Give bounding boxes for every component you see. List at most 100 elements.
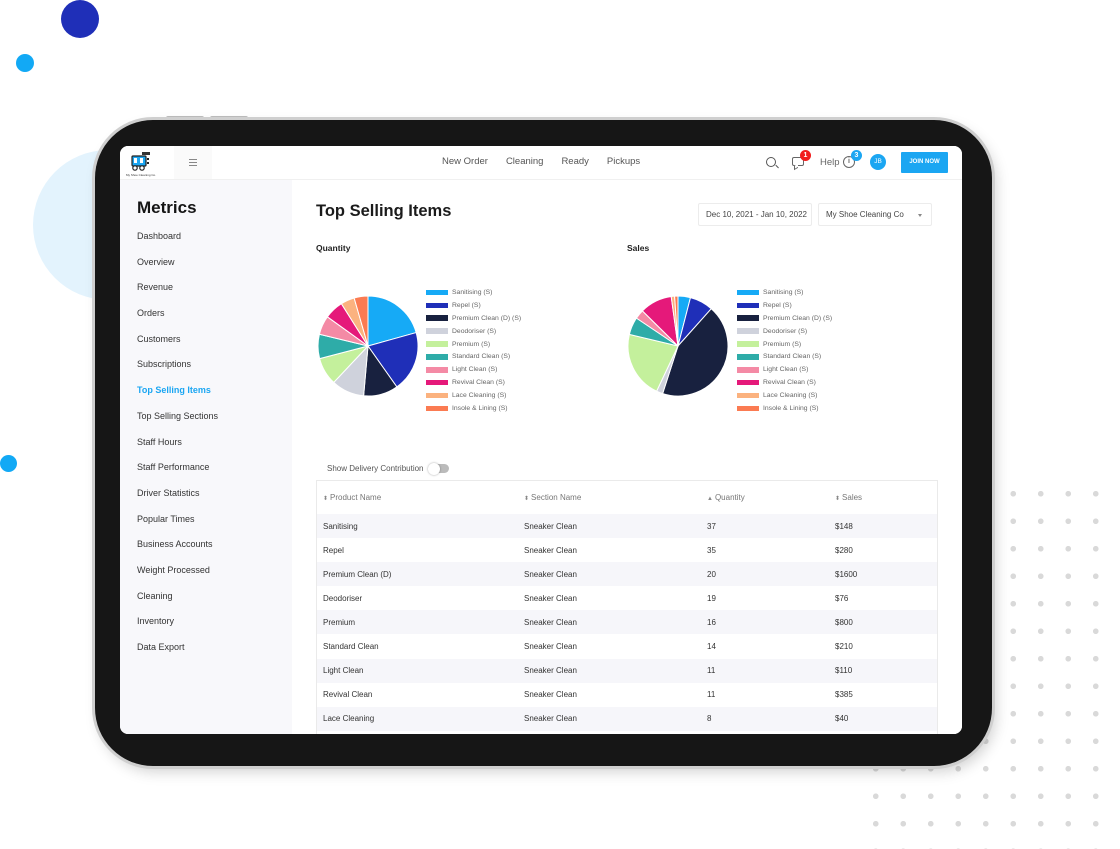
legend-item[interactable]: Premium Clean (D) (S) (737, 312, 832, 325)
legend-item[interactable]: Revival Clean (S) (737, 376, 832, 389)
table-row[interactable]: Standard Clean Sneaker Clean 14 $210 (317, 634, 937, 658)
legend-item[interactable]: Insole & Lining (S) (737, 402, 832, 415)
nav-pickups[interactable]: Pickups (607, 156, 640, 167)
legend-label: Revival Clean (S) (452, 379, 505, 387)
sales-cell: $148 (835, 521, 853, 531)
product-name-cell: Repel (323, 545, 344, 555)
sidebar-item-customers[interactable]: Customers (137, 334, 218, 360)
menu-toggle-button[interactable] (174, 146, 212, 179)
legend-item[interactable]: Light Clean (S) (737, 363, 832, 376)
legend-item[interactable]: Premium (S) (737, 338, 832, 351)
sidebar-item-data-export[interactable]: Data Export (137, 642, 218, 668)
sort-ascending-icon: ▲ (707, 496, 713, 502)
user-avatar[interactable]: JB (870, 154, 886, 170)
column-header-product-name[interactable]: ⬍ Product Name (317, 481, 524, 514)
legend-item[interactable]: Lace Cleaning (S) (737, 389, 832, 402)
legend-label: Sanitising (S) (452, 288, 493, 296)
company-select[interactable]: My Shoe Cleaning Co (818, 203, 932, 226)
sales-cell: $110 (835, 666, 853, 676)
legend-item[interactable]: Repel (S) (737, 299, 832, 312)
legend-label: Insole & Lining (S) (452, 404, 508, 412)
legend-label: Light Clean (S) (452, 366, 498, 374)
sidebar-item-top-selling-items[interactable]: Top Selling Items (137, 385, 218, 411)
sidebar-item-dashboard[interactable]: Dashboard (137, 231, 218, 257)
legend-item[interactable]: Revival Clean (S) (426, 376, 521, 389)
table-row[interactable]: Sanitising Sneaker Clean 37 $148 (317, 514, 937, 539)
sidebar-item-cleaning[interactable]: Cleaning (137, 591, 218, 617)
table-row[interactable]: Premium Sneaker Clean 16 $800 (317, 610, 937, 635)
sales-cell: $1600 (835, 569, 858, 579)
table-row[interactable]: Light Clean Sneaker Clean 11 $110 (317, 658, 937, 683)
sidebar-item-subscriptions[interactable]: Subscriptions (137, 359, 218, 385)
sidebar-item-inventory[interactable]: Inventory (137, 616, 218, 642)
legend-swatch (737, 405, 759, 412)
messages-badge: 1 (800, 150, 811, 161)
sidebar-item-staff-performance[interactable]: Staff Performance (137, 462, 218, 488)
help-link[interactable]: Help (820, 157, 840, 168)
legend-swatch (737, 367, 759, 373)
sidebar-item-overview[interactable]: Overview (137, 257, 218, 283)
sidebar-item-weight-processed[interactable]: Weight Processed (137, 565, 218, 591)
sort-icon: ⬍ (524, 496, 530, 502)
section-name-cell: Sneaker Clean (524, 714, 577, 724)
legend-item[interactable]: Insole & Lining (S) (426, 402, 521, 415)
sort-icon: ⬍ (835, 496, 841, 502)
legend-item[interactable]: Repel (S) (426, 299, 521, 312)
legend-item[interactable]: Sanitising (S) (426, 286, 521, 299)
legend-item[interactable]: Sanitising (S) (737, 286, 832, 299)
table-row[interactable]: Lace Cleaning Sneaker Clean 8 $40 (317, 706, 937, 731)
column-header-label: Section Name (531, 493, 582, 502)
sidebar-item-top-selling-sections[interactable]: Top Selling Sections (137, 411, 218, 437)
table-row[interactable]: Repel Sneaker Clean 35 $280 (317, 538, 937, 562)
column-header-quantity[interactable]: ▲ Quantity (707, 481, 835, 514)
legend-label: Repel (S) (763, 301, 792, 309)
nav-cleaning[interactable]: Cleaning (506, 156, 544, 167)
legend-item[interactable]: Standard Clean (S) (737, 350, 832, 363)
legend-swatch (426, 354, 448, 360)
legend-label: Premium Clean (D) (S) (452, 314, 522, 322)
product-name-cell: Lace Cleaning (323, 714, 375, 724)
legend-item[interactable]: Light Clean (S) (426, 363, 521, 376)
table-row[interactable]: Deodoriser Sneaker Clean 19 $76 (317, 586, 937, 610)
company-logo-icon[interactable] (130, 150, 152, 172)
sidebar-item-driver-statistics[interactable]: Driver Statistics (137, 488, 218, 514)
sidebar-item-revenue[interactable]: Revenue (137, 282, 218, 308)
legend-item[interactable]: Standard Clean (S) (426, 350, 521, 363)
delivery-contribution-toggle[interactable] (428, 462, 449, 475)
quantity-cell: 16 (707, 617, 716, 627)
main-content: Top Selling Items Dec 10, 2021 - Jan 10,… (292, 180, 962, 734)
sales-cell: $40 (835, 714, 849, 724)
legend-swatch (737, 392, 759, 399)
quantity-cell: 20 (707, 569, 716, 579)
product-name-cell: Light Clean (323, 666, 364, 676)
legend-item[interactable]: Deodoriser (S) (737, 325, 832, 338)
table-row[interactable]: Premium Clean (D) Sneaker Clean 20 $1600 (317, 562, 937, 587)
legend-swatch (737, 302, 759, 309)
search-icon[interactable] (766, 157, 776, 167)
nav-new-order[interactable]: New Order (442, 156, 488, 167)
sidebar-item-popular-times[interactable]: Popular Times (137, 514, 218, 540)
join-now-button[interactable]: JOIN NOW (901, 152, 948, 173)
legend-item[interactable]: Premium (S) (426, 338, 521, 351)
help-badge: 3 (851, 150, 862, 161)
tablet-screen: My Shoe Cleaning Co. New Order Cleaning … (120, 146, 962, 734)
sidebar-item-business-accounts[interactable]: Business Accounts (137, 539, 218, 565)
date-range-picker[interactable]: Dec 10, 2021 - Jan 10, 2022 (698, 203, 812, 226)
sidebar-item-staff-hours[interactable]: Staff Hours (137, 437, 218, 463)
sort-icon: ⬍ (323, 496, 329, 502)
nav-ready[interactable]: Ready (561, 156, 588, 167)
legend-swatch (737, 354, 759, 360)
sidebar-item-orders[interactable]: Orders (137, 308, 218, 334)
legend-label: Premium Clean (D) (S) (763, 314, 833, 322)
quantity-cell: 37 (707, 521, 716, 531)
column-header-section-name[interactable]: ⬍ Section Name (524, 481, 707, 514)
legend-swatch (426, 289, 448, 296)
legend-item[interactable]: Premium Clean (D) (S) (426, 312, 521, 325)
top-nav-links: New Order Cleaning Ready Pickups (442, 156, 640, 167)
legend-item[interactable]: Deodoriser (S) (426, 325, 521, 338)
column-header-sales[interactable]: ⬍ Sales (835, 481, 937, 514)
sales-cell: $76 (835, 593, 849, 603)
product-name-cell: Deodoriser (323, 593, 363, 603)
table-row[interactable]: Revival Clean Sneaker Clean 11 $385 (317, 683, 937, 707)
legend-item[interactable]: Lace Cleaning (S) (426, 389, 521, 402)
